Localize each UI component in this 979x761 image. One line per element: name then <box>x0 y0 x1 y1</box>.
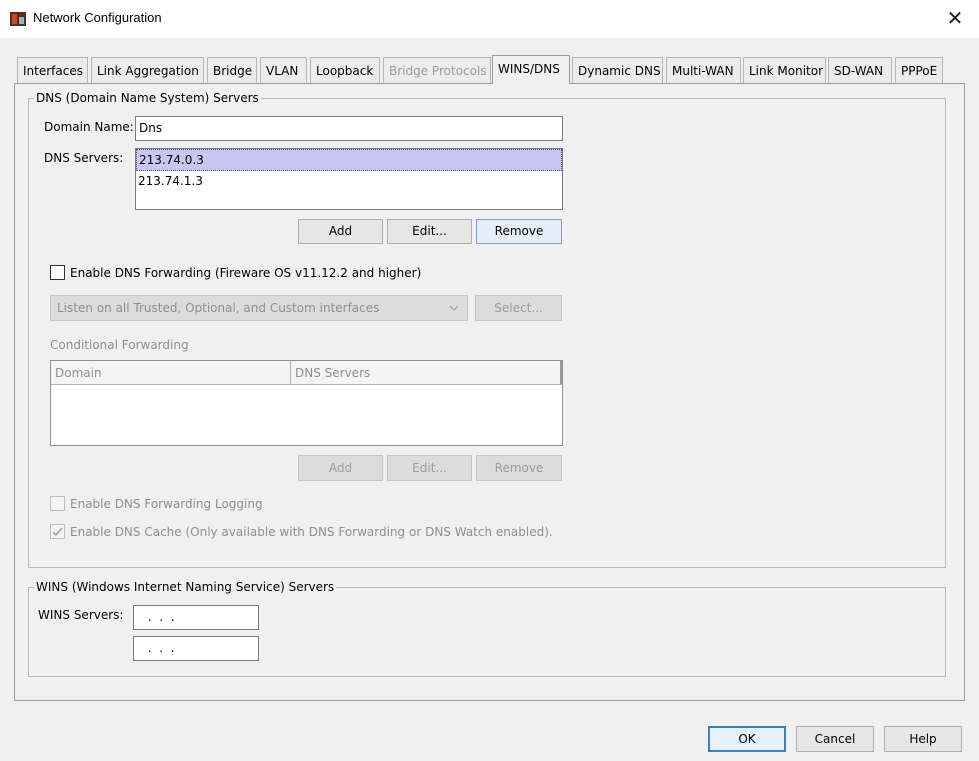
list-item[interactable]: 213.74.0.3 <box>136 149 562 171</box>
select-interfaces-button[interactable]: Select... <box>475 295 562 321</box>
tab-bridge[interactable]: Bridge <box>207 57 257 83</box>
conditional-forwarding-table[interactable]: Domain DNS Servers <box>50 360 563 446</box>
tab-bridge-protocols[interactable]: Bridge Protocols <box>383 57 491 83</box>
tab-wins-dns[interactable]: WINS/DNS <box>492 55 570 84</box>
tab-sd-wan[interactable]: SD-WAN <box>828 57 892 83</box>
checkmark-icon <box>52 527 63 537</box>
add-dns-server-button[interactable]: Add <box>298 219 383 244</box>
edit-conditional-button[interactable]: Edit... <box>387 455 472 481</box>
tab-multi-wan[interactable]: Multi-WAN <box>666 57 741 83</box>
add-conditional-button[interactable]: Add <box>298 455 383 481</box>
wins-server-2-input[interactable]: . . . <box>133 636 259 661</box>
domain-name-input[interactable]: Dns <box>135 116 563 141</box>
tab-loopback[interactable]: Loopback <box>310 57 380 83</box>
edit-dns-server-button[interactable]: Edit... <box>387 219 472 244</box>
list-item[interactable]: 213.74.1.3 <box>136 171 562 193</box>
tab-interfaces[interactable]: Interfaces <box>17 57 88 83</box>
remove-dns-server-button[interactable]: Remove <box>476 219 562 244</box>
remove-conditional-button[interactable]: Remove <box>476 455 562 481</box>
wins-group <box>28 587 946 677</box>
enable-dns-forwarding-logging-label: Enable DNS Forwarding Logging <box>70 497 263 511</box>
enable-dns-forwarding-logging-checkbox[interactable] <box>50 496 65 511</box>
firebox-app-icon <box>10 11 26 27</box>
help-button[interactable]: Help <box>884 726 962 752</box>
wins-servers-label: WINS Servers: <box>38 608 124 622</box>
dns-servers-list[interactable]: 213.74.0.3 213.74.1.3 <box>135 148 563 210</box>
conditional-forwarding-label: Conditional Forwarding <box>50 338 189 352</box>
enable-dns-forwarding-checkbox[interactable] <box>50 265 65 280</box>
tab-link-aggregation[interactable]: Link Aggregation <box>91 57 204 83</box>
tab-link-monitor[interactable]: Link Monitor <box>743 57 826 83</box>
cancel-button[interactable]: Cancel <box>796 726 874 752</box>
dns-group-legend: DNS (Domain Name System) Servers <box>34 91 261 105</box>
tab-vlan[interactable]: VLAN <box>260 57 307 83</box>
column-header-dns-servers[interactable]: DNS Servers <box>291 361 562 385</box>
wins-server-1-input[interactable]: . . . <box>133 605 259 630</box>
close-icon[interactable]: ✕ <box>940 6 970 32</box>
domain-name-label: Domain Name: <box>44 120 134 134</box>
enable-dns-cache-checkbox[interactable] <box>50 524 65 539</box>
column-header-domain[interactable]: Domain <box>51 361 291 385</box>
listen-interfaces-select[interactable]: Listen on all Trusted, Optional, and Cus… <box>50 295 468 321</box>
window-title: Network Configuration <box>33 10 162 25</box>
wins-group-legend: WINS (Windows Internet Naming Service) S… <box>34 580 337 594</box>
chevron-down-icon <box>449 296 459 328</box>
listen-interfaces-value: Listen on all Trusted, Optional, and Cus… <box>57 301 380 315</box>
tab-pppoe[interactable]: PPPoE <box>895 57 943 83</box>
dns-servers-label: DNS Servers: <box>44 151 124 165</box>
tab-dynamic-dns[interactable]: Dynamic DNS <box>572 57 663 83</box>
ok-button[interactable]: OK <box>708 726 786 752</box>
enable-dns-forwarding-label: Enable DNS Forwarding (Fireware OS v11.1… <box>70 266 422 280</box>
enable-dns-cache-label: Enable DNS Cache (Only available with DN… <box>70 525 553 539</box>
